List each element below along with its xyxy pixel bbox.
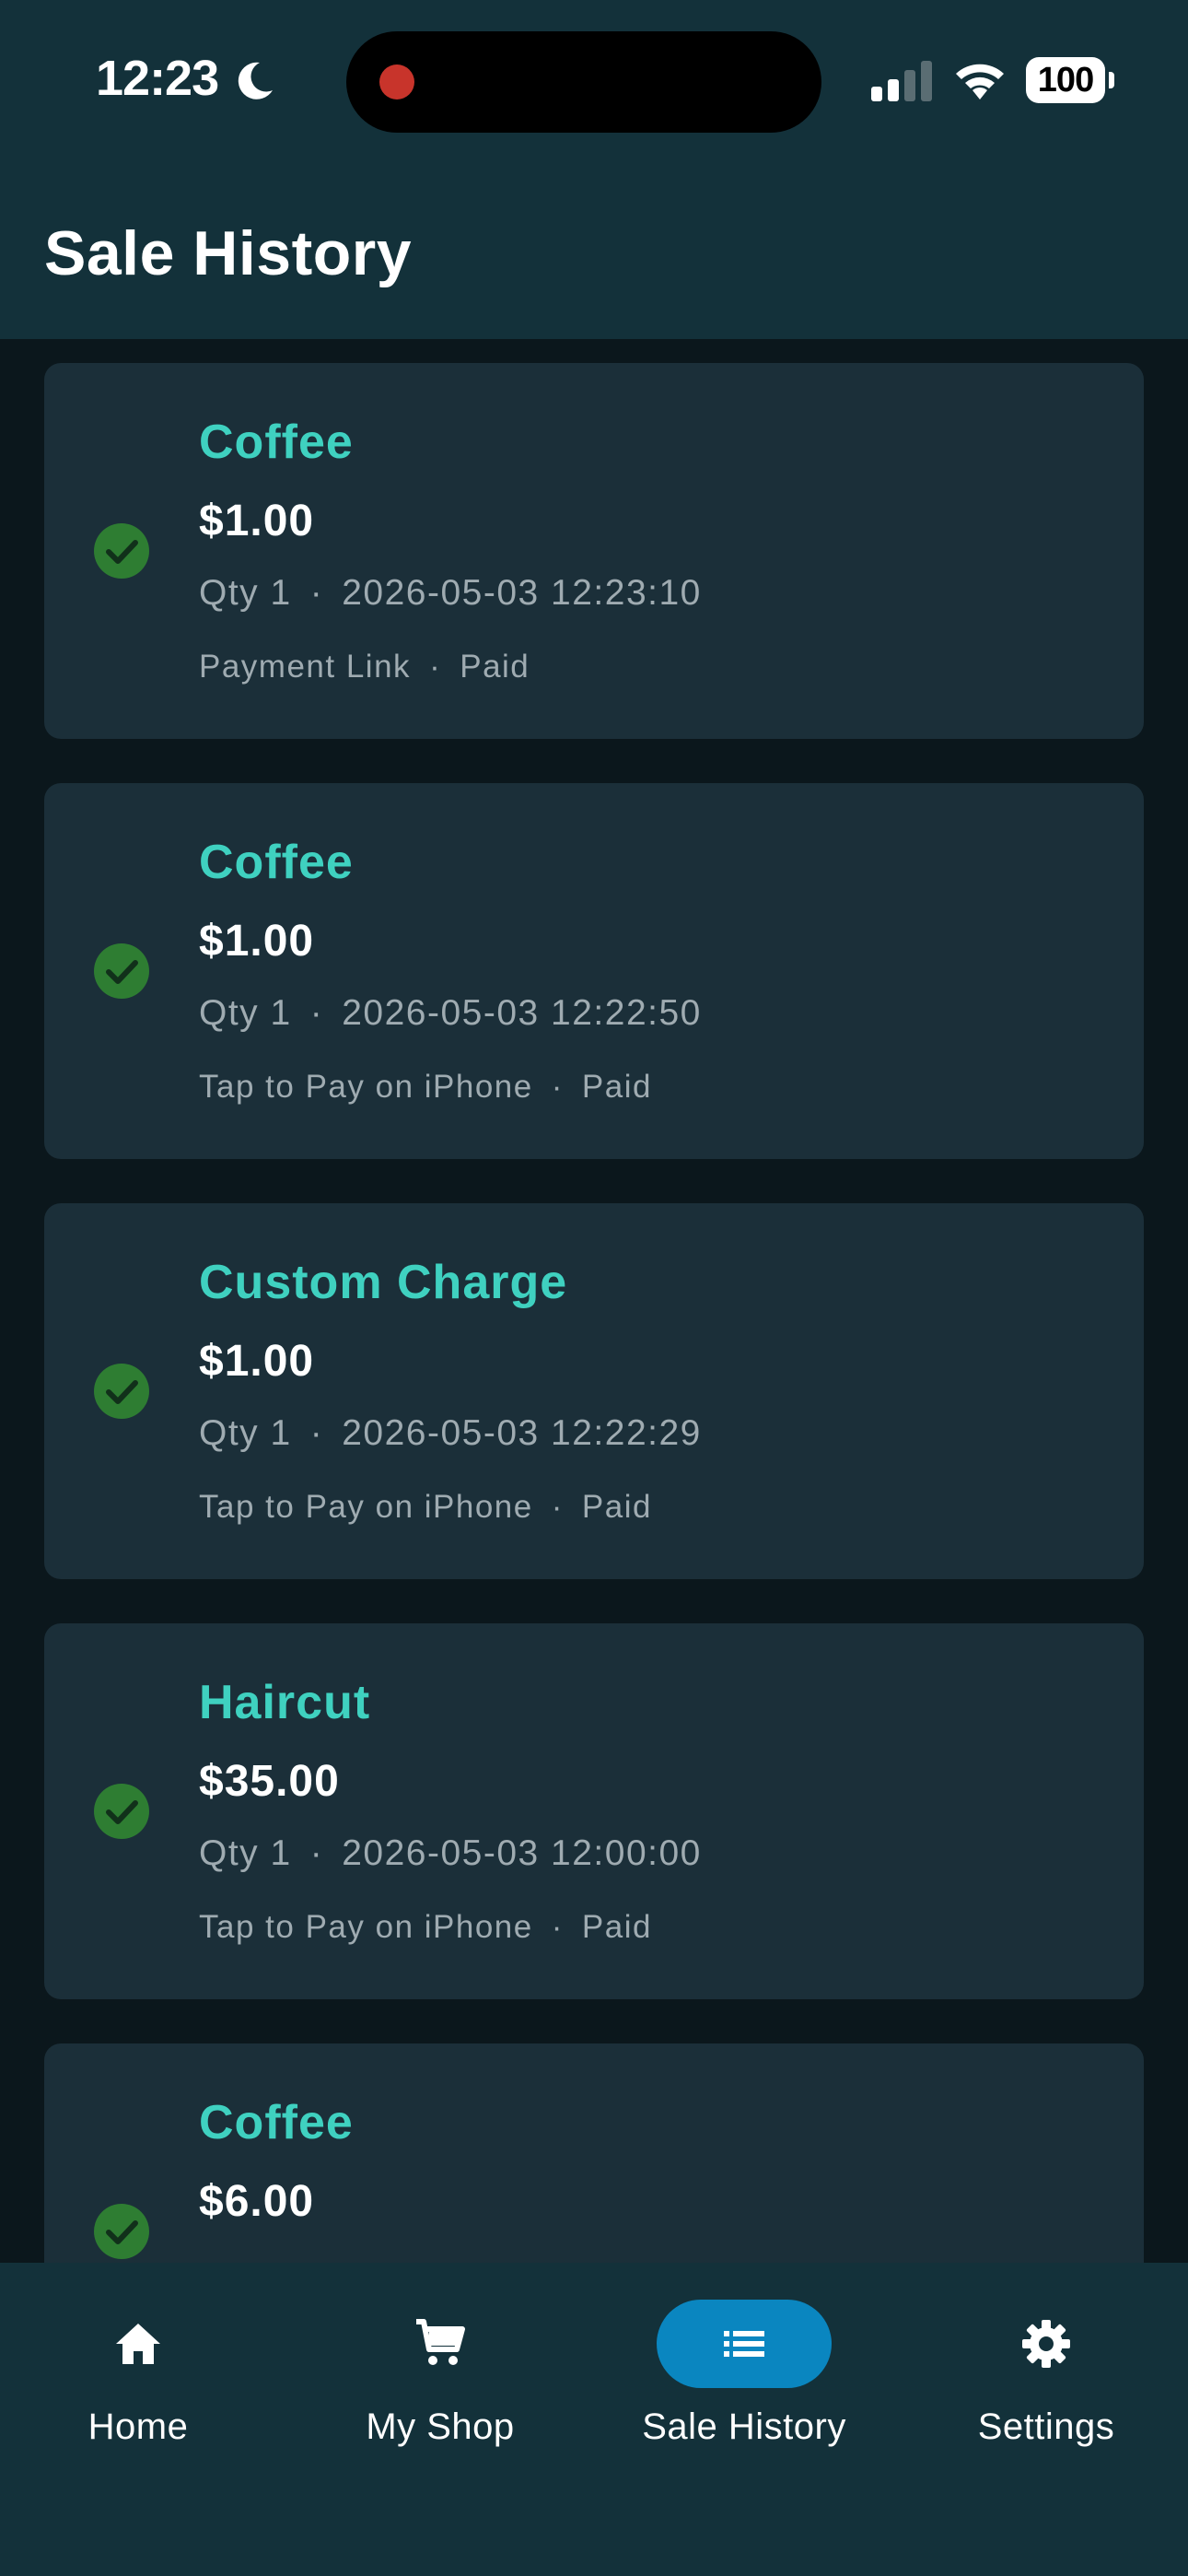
paid-check-icon [94,1784,149,1839]
sale-payment-status: Paid [581,1489,652,1525]
nav-icon-container-active [657,2300,832,2388]
sale-item-status: Tap to Pay on iPhone · Paid [199,1909,652,1946]
sale-item-meta: Qty 1 · 2026-05-03 12:22:50 [199,993,702,1034]
paid-check-icon [94,2204,149,2259]
separator-dot: · [309,1413,324,1453]
sale-item-name: Coffee [199,2096,354,2149]
sale-card[interactable]: Custom Charge $1.00 Qty 1 · 2026-05-03 12:… [44,1203,1144,1579]
nav-label-my-shop: My Shop [366,2406,515,2447]
separator-dot: · [551,1909,564,1945]
sale-item-name: Coffee [199,836,354,889]
wifi-icon [956,64,1004,100]
nav-label-home: Home [87,2406,189,2447]
sale-qty: Qty 1 [199,1413,292,1453]
home-icon [116,2324,160,2364]
status-time: 12:23 [96,51,219,106]
separator-dot: · [551,1069,564,1105]
sale-qty: Qty 1 [199,1833,292,1873]
paid-check-icon [94,1364,149,1419]
moon-icon [238,62,273,100]
nav-icon-container [51,2300,226,2388]
sale-payment-method: Tap to Pay on iPhone [199,1069,533,1105]
sale-payment-method: Tap to Pay on iPhone [199,1489,533,1525]
sale-qty: Qty 1 [199,993,292,1033]
sale-history-list[interactable]: Coffee $1.00 Qty 1 · 2026-05-03 12:23:10 P… [0,339,1188,2263]
sale-datetime: 2026-05-03 12:22:29 [342,1413,702,1453]
nav-icon-container [353,2300,528,2388]
gear-icon [1022,2320,1070,2368]
sale-item-name: Custom Charge [199,1256,568,1309]
sale-item-name: Coffee [199,416,354,469]
sale-item-price: $6.00 [199,2177,315,2226]
battery-nub [1109,72,1114,88]
sale-card[interactable]: Coffee $1.00 Qty 1 · 2026-05-03 12:22:50 T… [44,783,1144,1159]
paid-check-icon [94,523,149,579]
dynamic-island [346,31,821,133]
list-icon [724,2331,764,2357]
sale-item-meta: Qty 1 · 2026-05-03 12:23:10 [199,573,702,614]
nav-label-sale-history: Sale History [642,2406,846,2447]
nav-item-home[interactable]: Home [0,2300,276,2456]
sale-item-price: $1.00 [199,917,315,966]
cart-icon [416,2319,465,2365]
separator-dot: · [551,1489,564,1525]
top-bar: 12:23 100 Sale History [0,0,1188,339]
separator-dot: · [429,649,442,685]
nav-item-sale-history[interactable]: Sale History [606,2300,882,2456]
sale-payment-status: Paid [460,649,530,685]
separator-dot: · [309,1833,324,1873]
sale-item-status: Payment Link · Paid [199,649,530,685]
nav-item-settings[interactable]: Settings [908,2300,1184,2456]
recording-indicator-icon [379,64,414,100]
paid-check-icon [94,943,149,999]
sale-payment-status: Paid [581,1069,652,1105]
sale-card[interactable]: Coffee $1.00 Qty 1 · 2026-05-03 12:23:10 P… [44,363,1144,739]
sale-card[interactable]: Haircut $35.00 Qty 1 · 2026-05-03 12:00:00… [44,1623,1144,1999]
separator-dot: · [309,573,324,613]
bottom-nav: Home My Shop Sale History Settings [0,2263,1188,2576]
sale-item-price: $35.00 [199,1757,340,1806]
sale-item-meta: Qty 1 · 2026-05-03 12:22:29 [199,1413,702,1454]
sale-item-status: Tap to Pay on iPhone · Paid [199,1489,652,1526]
sale-card[interactable]: Coffee $6.00 [44,2043,1144,2263]
sale-item-status: Tap to Pay on iPhone · Paid [199,1069,652,1106]
sale-item-price: $1.00 [199,1337,315,1386]
nav-label-settings: Settings [977,2406,1115,2447]
sale-item-name: Haircut [199,1676,371,1729]
separator-dot: · [309,993,324,1033]
sale-item-price: $1.00 [199,497,315,545]
sale-payment-method: Tap to Pay on iPhone [199,1909,533,1945]
sale-item-meta: Qty 1 · 2026-05-03 12:00:00 [199,1833,702,1874]
sale-payment-status: Paid [581,1909,652,1945]
nav-item-my-shop[interactable]: My Shop [302,2300,578,2456]
sale-datetime: 2026-05-03 12:00:00 [342,1833,702,1873]
nav-icon-container [959,2300,1134,2388]
sale-datetime: 2026-05-03 12:22:50 [342,993,702,1033]
sale-payment-method: Payment Link [199,649,412,685]
cellular-signal-icon [871,61,932,101]
sale-datetime: 2026-05-03 12:23:10 [342,573,702,613]
sale-qty: Qty 1 [199,573,292,613]
battery-indicator: 100 [1026,57,1105,103]
page-title: Sale History [44,218,413,288]
